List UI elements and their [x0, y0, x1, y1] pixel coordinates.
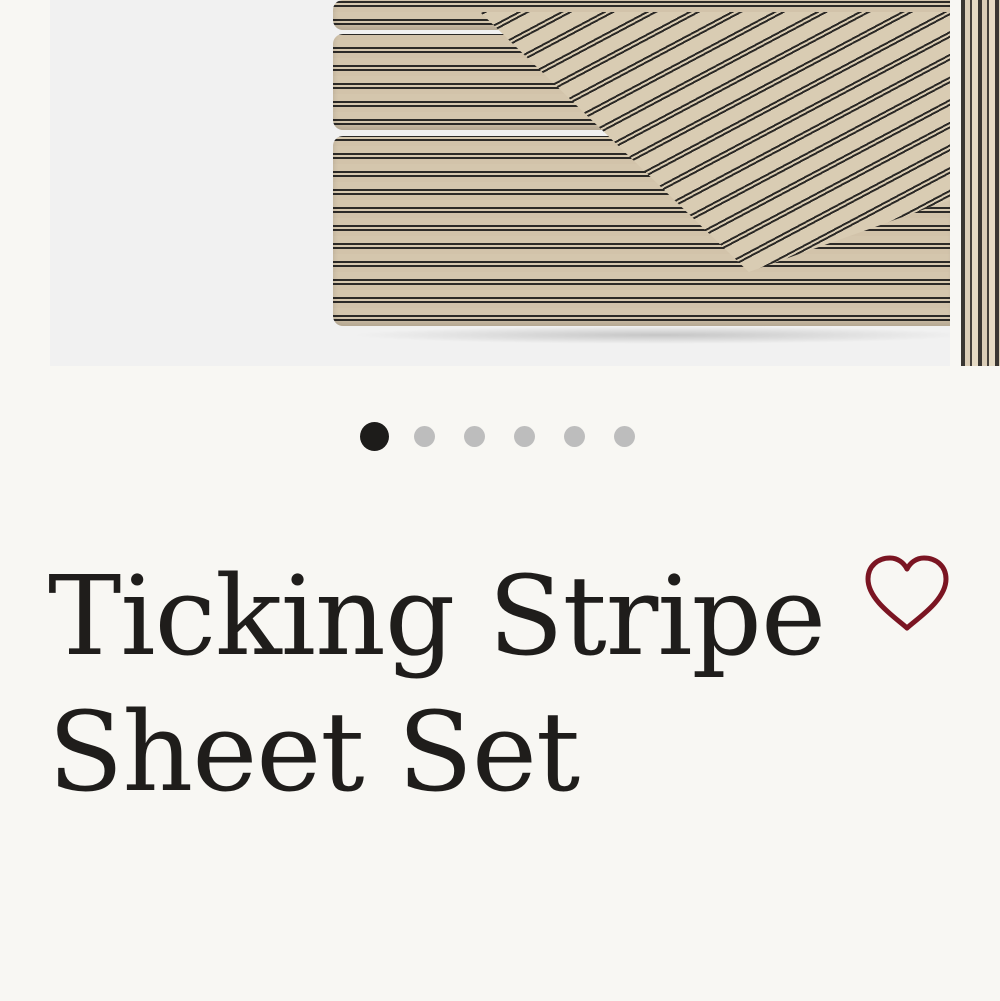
heart-icon	[865, 555, 949, 631]
carousel-pagination	[360, 421, 664, 451]
next-product-image-peek[interactable]	[961, 0, 1000, 366]
product-image-carousel[interactable]	[0, 0, 1000, 368]
image-shadow	[350, 326, 950, 344]
carousel-dot-6[interactable]	[614, 425, 635, 447]
carousel-dot-2[interactable]	[414, 425, 435, 447]
carousel-dot-4[interactable]	[514, 425, 535, 447]
carousel-dot-3[interactable]	[464, 425, 485, 447]
favorite-button[interactable]	[860, 552, 954, 636]
carousel-dot-5[interactable]	[564, 425, 585, 447]
product-image[interactable]	[50, 0, 950, 366]
carousel-dot-1[interactable]	[360, 421, 389, 451]
product-title: Ticking Stripe Sheet Set	[48, 552, 826, 816]
